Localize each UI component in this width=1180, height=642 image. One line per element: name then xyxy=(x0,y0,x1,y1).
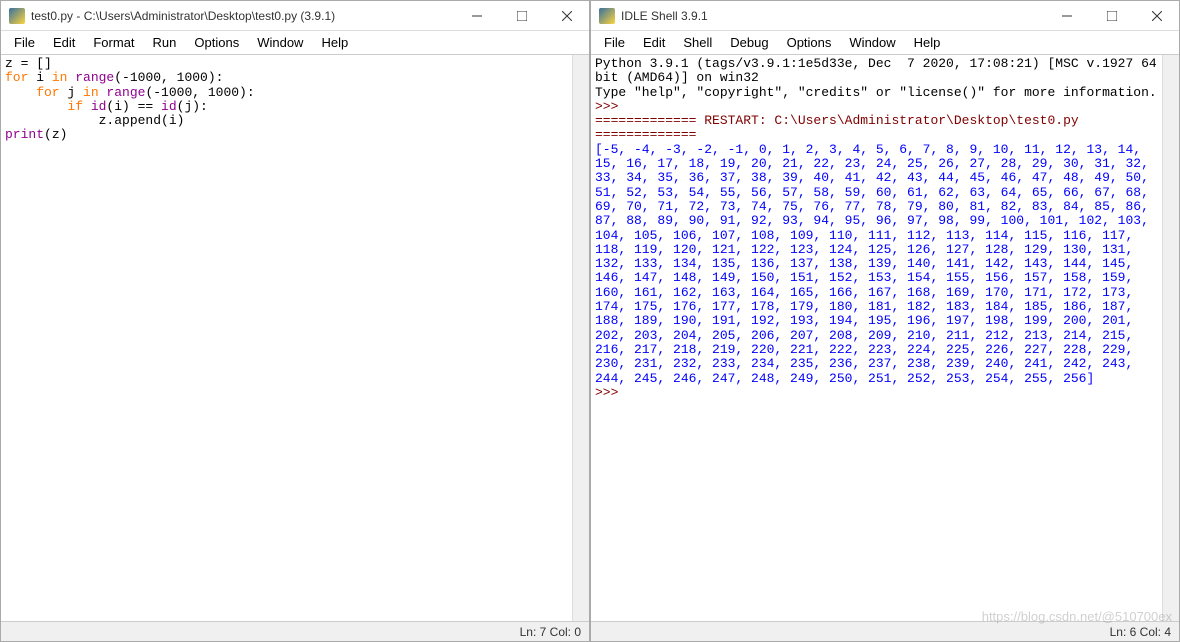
shell-window: IDLE Shell 3.9.1 File Edit Shell Debug O… xyxy=(590,0,1180,642)
editor-window: test0.py - C:\Users\Administrator\Deskto… xyxy=(0,0,590,642)
cursor-position: Ln: 6 Col: 4 xyxy=(1110,625,1171,639)
code-line: z.append(i) xyxy=(5,113,184,128)
menubar: File Edit Format Run Options Window Help xyxy=(1,31,589,55)
window-controls xyxy=(1044,1,1179,31)
code-line: for j in range(-1000, 1000): xyxy=(5,85,255,100)
vertical-scrollbar[interactable] xyxy=(572,55,589,621)
code-editor[interactable]: z = [] for i in range(-1000, 1000): for … xyxy=(1,55,572,621)
program-output: [-5, -4, -3, -2, -1, 0, 1, 2, 3, 4, 5, 6… xyxy=(595,142,1157,386)
menubar: File Edit Shell Debug Options Window Hel… xyxy=(591,31,1179,55)
shell-prompt: >>> xyxy=(595,385,618,400)
close-button[interactable] xyxy=(544,1,589,31)
menu-format[interactable]: Format xyxy=(84,33,143,52)
menu-window[interactable]: Window xyxy=(840,33,904,52)
menu-options[interactable]: Options xyxy=(778,33,841,52)
minimize-button[interactable] xyxy=(454,1,499,31)
menu-edit[interactable]: Edit xyxy=(634,33,674,52)
code-line: for i in range(-1000, 1000): xyxy=(5,70,223,85)
code-line: if id(i) == id(j): xyxy=(5,99,208,114)
banner-line: Type "help", "copyright", "credits" or "… xyxy=(595,85,1157,100)
banner-line: Python 3.9.1 (tags/v3.9.1:1e5d33e, Dec 7… xyxy=(595,56,1162,85)
titlebar[interactable]: test0.py - C:\Users\Administrator\Deskto… xyxy=(1,1,589,31)
restart-line: ============= RESTART: C:\Users\Administ… xyxy=(595,113,1087,142)
close-button[interactable] xyxy=(1134,1,1179,31)
shell-output[interactable]: Python 3.9.1 (tags/v3.9.1:1e5d33e, Dec 7… xyxy=(591,55,1162,621)
statusbar: Ln: 7 Col: 0 xyxy=(1,621,589,641)
statusbar: Ln: 6 Col: 4 xyxy=(591,621,1179,641)
maximize-button[interactable] xyxy=(1089,1,1134,31)
menu-file[interactable]: File xyxy=(595,33,634,52)
menu-debug[interactable]: Debug xyxy=(721,33,777,52)
menu-edit[interactable]: Edit xyxy=(44,33,84,52)
window-title: IDLE Shell 3.9.1 xyxy=(621,9,1044,23)
vertical-scrollbar[interactable] xyxy=(1162,55,1179,621)
window-title: test0.py - C:\Users\Administrator\Deskto… xyxy=(31,9,454,23)
code-line: z = [] xyxy=(5,56,52,71)
menu-options[interactable]: Options xyxy=(185,33,248,52)
titlebar[interactable]: IDLE Shell 3.9.1 xyxy=(591,1,1179,31)
menu-help[interactable]: Help xyxy=(905,33,950,52)
maximize-button[interactable] xyxy=(499,1,544,31)
menu-shell[interactable]: Shell xyxy=(674,33,721,52)
menu-file[interactable]: File xyxy=(5,33,44,52)
code-line: print(z) xyxy=(5,127,67,142)
menu-help[interactable]: Help xyxy=(312,33,357,52)
app-icon xyxy=(599,8,615,24)
menu-window[interactable]: Window xyxy=(248,33,312,52)
app-icon xyxy=(9,8,25,24)
menu-run[interactable]: Run xyxy=(144,33,186,52)
window-controls xyxy=(454,1,589,31)
shell-prompt: >>> xyxy=(595,99,618,114)
minimize-button[interactable] xyxy=(1044,1,1089,31)
cursor-position: Ln: 7 Col: 0 xyxy=(520,625,581,639)
